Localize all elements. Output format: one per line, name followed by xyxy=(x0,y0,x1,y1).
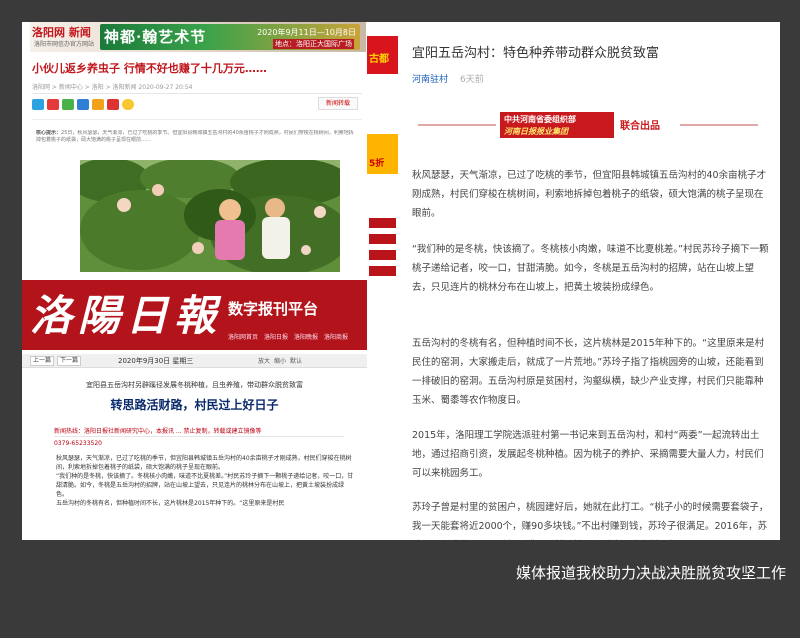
share-renren-icon[interactable] xyxy=(107,98,119,110)
joint-production-banner: 中共河南省委组织部 河南日报报业集团 联合出品 xyxy=(398,110,780,140)
caption-bar: 媒体报道我校助力决战决胜脱贫攻坚工作 xyxy=(0,540,800,638)
platform-link[interactable]: 洛阳日报 xyxy=(264,332,288,341)
platform-link[interactable]: 洛阳晚报 xyxy=(294,332,318,341)
copyright-notice: 新闻热线：洛阳日报社新闻研究中心，本报讯 ... 禁止复制，转载或建立镜像等 xyxy=(54,428,262,435)
platform-link[interactable]: 洛阳网首页 xyxy=(228,332,258,341)
side-ad-strip[interactable] xyxy=(369,234,396,244)
article-paragraph: 秋风瑟瑟，天气渐凉，已过了吃桃的季节，但宜阳县韩城镇五岳沟村的40余亩桃子才刚成… xyxy=(412,170,767,219)
prev-article-button[interactable]: 上一篇 xyxy=(30,356,55,366)
article-paragraph: 2015年，洛阳理工学院选派驻村第一书记来到五岳沟村，和村“两委”一起流转出土地… xyxy=(412,430,764,479)
site-logo[interactable]: 洛阳网 新闻 xyxy=(32,24,91,40)
newspaper-masthead: 洛陽日報 数字报刊平台 洛阳网首页 洛阳日报 洛阳晚报 洛阳商报 xyxy=(22,280,367,350)
banner-place: 地点：洛阳正大国际广场 xyxy=(273,39,354,49)
article-headline-link[interactable]: 小伙儿返乡养虫子 行情不好也赚了十几万元…… xyxy=(32,60,267,76)
platform-nav: 洛阳网首页 洛阳日报 洛阳晚报 洛阳商报 xyxy=(228,332,348,341)
side-ad-yellow[interactable]: 5折 xyxy=(367,134,398,174)
hint-line xyxy=(32,119,362,129)
mobile-article-screenshot: 宜阳五岳沟村：特色种养带动群众脱贫致富 河南驻村 6天前 中共河南省委组织部 河… xyxy=(398,22,780,540)
platform-title: 数字报刊平台 xyxy=(228,300,319,318)
share-weibo-icon[interactable] xyxy=(47,98,59,110)
side-ad-red[interactable]: 古都 xyxy=(367,36,398,74)
side-ad-strip[interactable] xyxy=(369,266,396,276)
side-ad-red-text: 古都 xyxy=(369,54,389,65)
zoom-out-button[interactable]: 缩小 xyxy=(274,356,286,365)
article-paragraph: “我们种的是冬桃，快该摘了。冬桃核小肉嫩，味道不比夏桃差。”村民苏玲子摘下一颗桃… xyxy=(412,244,769,293)
hotline-phone: 0379-65233520 xyxy=(54,440,102,447)
divider xyxy=(54,436,344,437)
edition-toolbar: 上一篇 下一篇 2020年9月30日 星期三 放大 缩小 默认 xyxy=(22,354,367,368)
screenshot-frame: 洛阳网 新闻 洛阳市网信办官方网站 神都·翰艺术节 2020年9月11日—10月… xyxy=(0,0,800,540)
summary-lead: 核心提示： xyxy=(36,130,62,136)
side-ad-column: 古都 5折 xyxy=(367,36,398,540)
summary-text: 25日，秋风瑟瑟，天气渐凉，已过了吃桃的季节。但宜阳县韩城镇五岳沟村的40余亩桃… xyxy=(36,130,354,143)
side-ad-yellow-text: 5折 xyxy=(369,159,385,169)
article-timestamp: 6天前 xyxy=(460,75,484,85)
article-kicker: 宜阳县五岳沟村另辟蹊径发展冬桃种植，且虫养殖，带动群众脱贫致富 xyxy=(86,381,303,389)
publisher-logo: 中共河南省委组织部 河南日报报业集团 xyxy=(500,112,614,138)
share-qq-icon[interactable] xyxy=(92,98,104,110)
peach-harvest-photo xyxy=(80,160,340,272)
article-paragraph: 五岳沟村的冬桃有名，但种植时间不长，这片桃林是2015年种下的。“这里原来是村民 xyxy=(56,500,285,507)
article-paragraph: 秋风瑟瑟，天气渐凉，已过了吃桃的季节，但宜阳县韩城镇五岳沟村的40余亩桃子才刚成… xyxy=(56,455,352,471)
collage-canvas: 洛阳网 新闻 洛阳市网信办官方网站 神都·翰艺术节 2020年9月11日—10月… xyxy=(22,22,780,540)
banner-title: 神都·翰艺术节 xyxy=(104,28,207,46)
article-title: 宜阳五岳沟村：特色种养带动群众脱贫致富 xyxy=(412,46,660,61)
zoom-in-button[interactable]: 放大 xyxy=(258,356,270,365)
festival-banner-ad[interactable]: 神都·翰艺术节 2020年9月11日—10月8日 地点：洛阳正大国际广场 xyxy=(100,24,360,50)
publisher-logo-bottom: 河南日报报业集团 xyxy=(504,127,568,136)
share-plus-icon[interactable] xyxy=(32,98,44,110)
site-logo-subtitle: 洛阳市网信办官方网站 xyxy=(34,41,95,48)
breadcrumb[interactable]: 洛阳网 > 新闻中心 > 洛阳 > 洛阳新闻 2020-09-27 20:54 xyxy=(32,82,362,94)
image-caption: 媒体报道我校助力决战决胜脱贫攻坚工作 xyxy=(515,564,786,582)
forward-button[interactable]: 新闻转载 xyxy=(318,97,358,110)
publisher-logo-top: 中共河南省委组织部 xyxy=(504,115,576,124)
edition-date: 2020年9月30日 星期三 xyxy=(118,357,194,365)
share-qzone-icon[interactable] xyxy=(77,98,89,110)
side-ad-strip[interactable] xyxy=(369,250,396,260)
page-nav: 上一篇 下一篇 xyxy=(30,356,82,366)
banner-date: 2020年9月11日—10月8日 xyxy=(257,28,356,37)
article-paragraph: “我们种的是冬桃，快该摘了。冬桃核小肉嫩，味道不比夏桃差。”村民苏玲子摘下一颗桃… xyxy=(56,473,354,498)
article-body-preview: 秋风瑟瑟，天气渐凉，已过了吃桃的季节，但宜阳县韩城镇五岳沟村的40余亩桃子才刚成… xyxy=(56,454,354,508)
joint-production-label: 联合出品 xyxy=(620,121,660,132)
article-source[interactable]: 河南驻村 xyxy=(412,72,448,85)
banner-line-right xyxy=(680,124,758,126)
newspaper-logo[interactable]: 洛陽日報 xyxy=(30,282,222,343)
article-paragraph: 五岳沟村的冬桃有名，但种植时间不长，这片桃林是2015年种下的。“这里原来是村民… xyxy=(412,338,765,406)
zoom-reset-button[interactable]: 默认 xyxy=(290,356,302,365)
share-toolbar xyxy=(32,97,134,111)
share-emoji-icon[interactable] xyxy=(122,98,134,110)
site-header: 洛阳网 新闻 洛阳市网信办官方网站 神都·翰艺术节 2020年9月11日—10月… xyxy=(30,22,366,52)
platform-link[interactable]: 洛阳商报 xyxy=(324,332,348,341)
banner-line-left xyxy=(418,124,496,126)
side-ad-strip[interactable] xyxy=(369,218,396,228)
share-wechat-icon[interactable] xyxy=(62,98,74,110)
next-article-button[interactable]: 下一篇 xyxy=(57,356,82,366)
article-paragraph: 苏玲子曾是村里的贫困户，桃园建好后，她就在此打工。“桃子小的时候需要套袋子，我一… xyxy=(412,502,769,532)
article-title: 转思路活财路，村民过上好日子 xyxy=(110,398,279,412)
font-size-controls: 放大 缩小 默认 xyxy=(258,356,302,365)
news-site-screenshot: 洛阳网 新闻 洛阳市网信办官方网站 神都·翰艺术节 2020年9月11日—10月… xyxy=(22,22,398,540)
